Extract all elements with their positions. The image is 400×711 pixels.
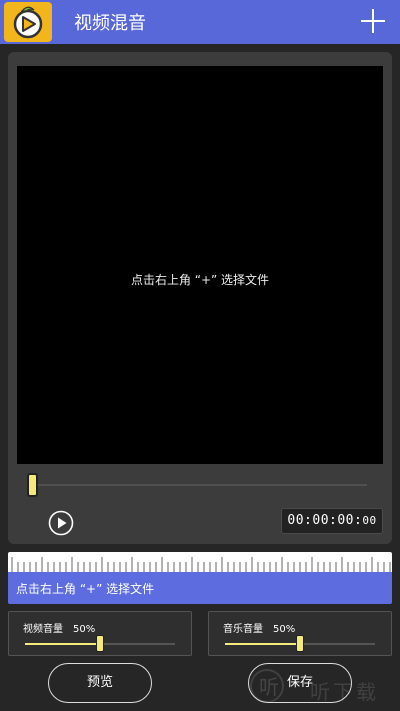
preview-button[interactable]: 预览 [48,663,152,703]
music-volume-title: 音乐音量 [223,624,263,635]
save-button[interactable]: 保存 [248,663,352,703]
play-circle-icon [48,510,74,536]
time-main: 00:00:00: [287,513,363,528]
video-preview-area[interactable]: 点击右上角 “+” 选择文件 [17,66,383,464]
video-volume-control: 视频音量 50% [8,611,192,656]
ruler-ticks [11,557,391,572]
video-volume-value: 50% [73,624,96,635]
plus-icon [361,9,385,33]
video-player-panel: 点击右上角 “+” 选择文件 00:00:00:00 [8,52,392,544]
select-file-hint: 点击右上角 “+” 选择文件 [130,273,270,287]
track-hint: 点击右上角 “+” 选择文件 [16,582,155,596]
add-file-button[interactable] [358,6,388,36]
audio-timeline[interactable]: 点击右上角 “+” 选择文件 [8,552,392,604]
music-volume-label: 音乐音量 50% [223,620,295,635]
playback-time-display: 00:00:00:00 [281,508,383,534]
top-app-bar: 视频混音 [0,0,400,44]
page-title: 视频混音 [74,13,146,34]
music-volume-fill [225,643,300,645]
video-volume-label: 视频音量 50% [23,620,95,635]
music-volume-handle[interactable] [296,635,304,652]
video-volume-slider[interactable] [25,635,175,652]
music-volume-control: 音乐音量 50% [208,611,392,656]
play-button[interactable] [48,510,74,536]
music-volume-slider[interactable] [225,635,375,652]
timeline-ruler [8,552,392,572]
video-volume-title: 视频音量 [23,624,63,635]
playback-progress-track[interactable] [32,484,367,486]
music-track-bar[interactable]: 点击右上角 “+” 选择文件 [8,572,392,604]
video-volume-fill [25,643,100,645]
mango-play-logo-icon [4,2,52,42]
playback-progress-handle[interactable] [27,473,38,497]
time-milliseconds: 00 [362,514,377,527]
video-volume-handle[interactable] [96,635,104,652]
music-volume-value: 50% [273,624,296,635]
